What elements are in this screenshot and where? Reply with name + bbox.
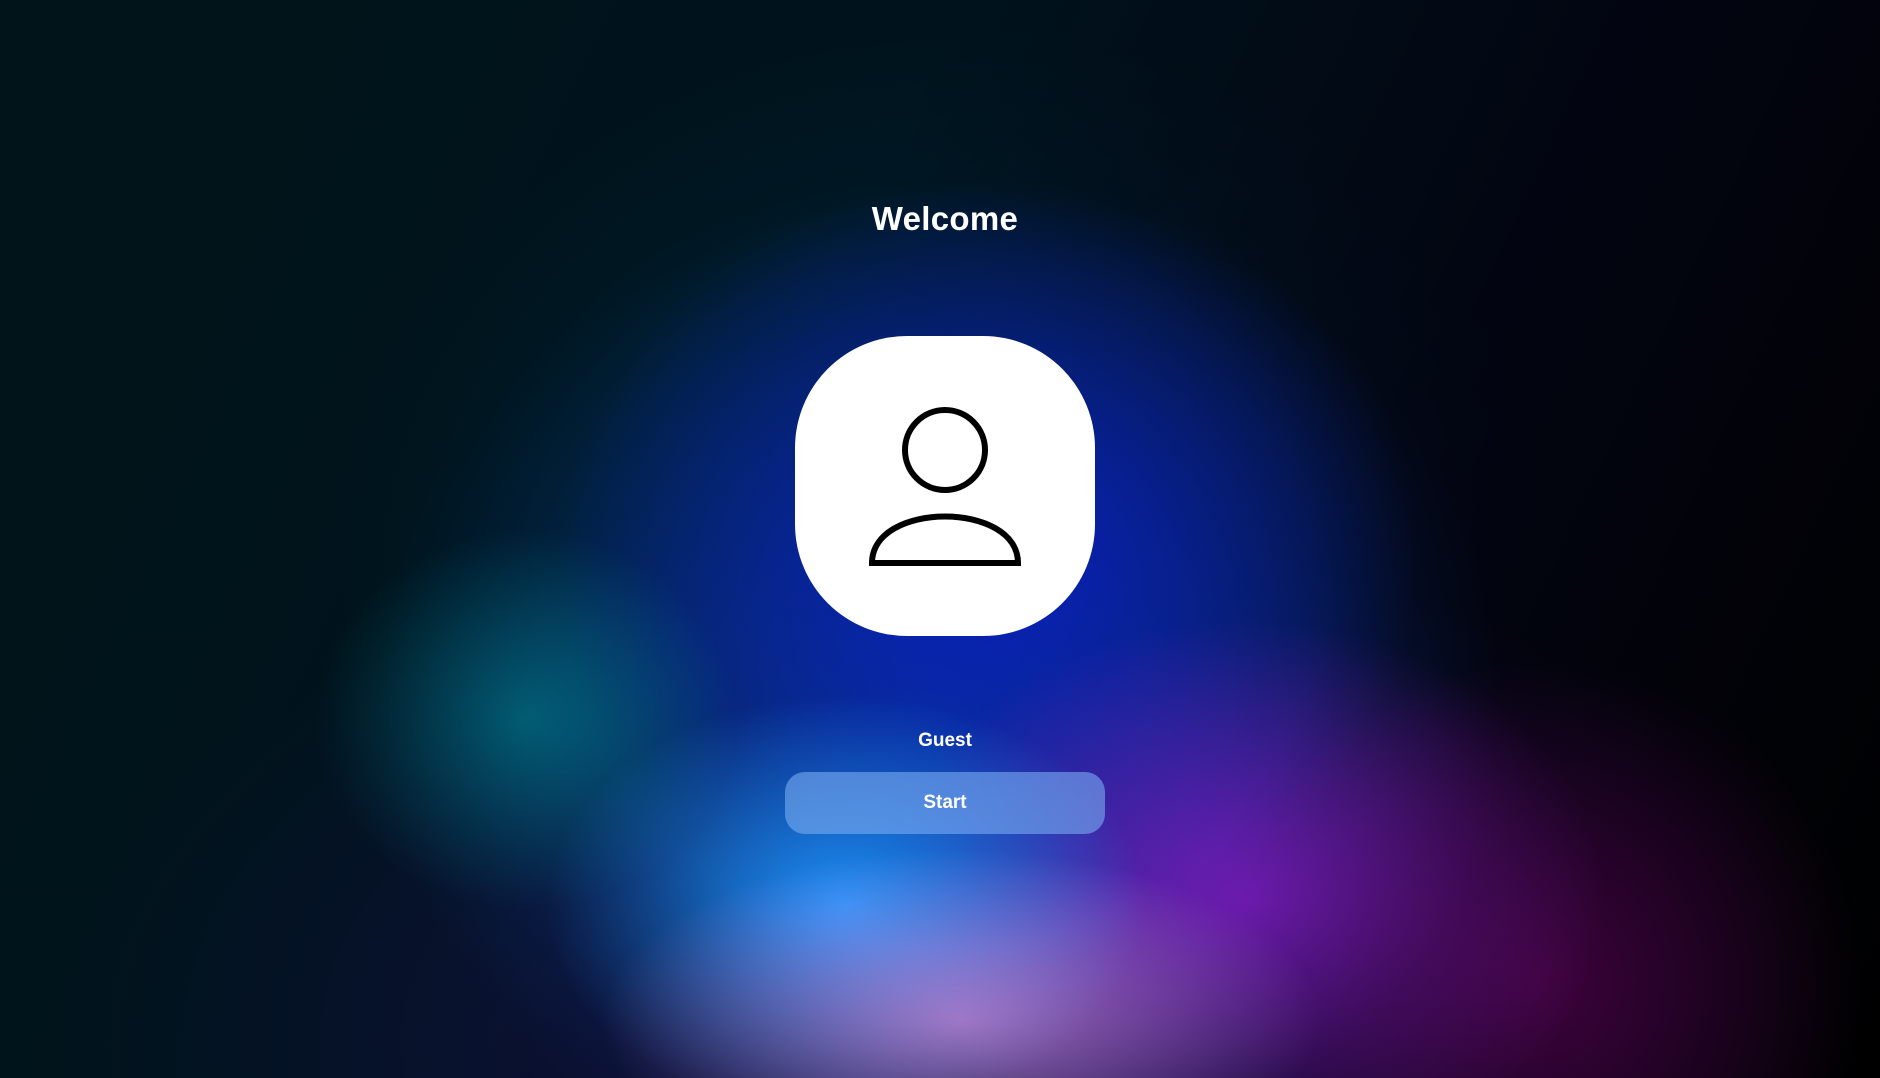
- login-screen: Welcome Guest Start: [0, 0, 1880, 1078]
- user-icon: [868, 407, 1022, 566]
- welcome-title: Welcome: [871, 200, 1019, 237]
- user-avatar: [795, 336, 1095, 636]
- start-button[interactable]: Start: [785, 772, 1105, 834]
- start-button-label: Start: [923, 792, 967, 813]
- username-label: Guest: [918, 730, 972, 751]
